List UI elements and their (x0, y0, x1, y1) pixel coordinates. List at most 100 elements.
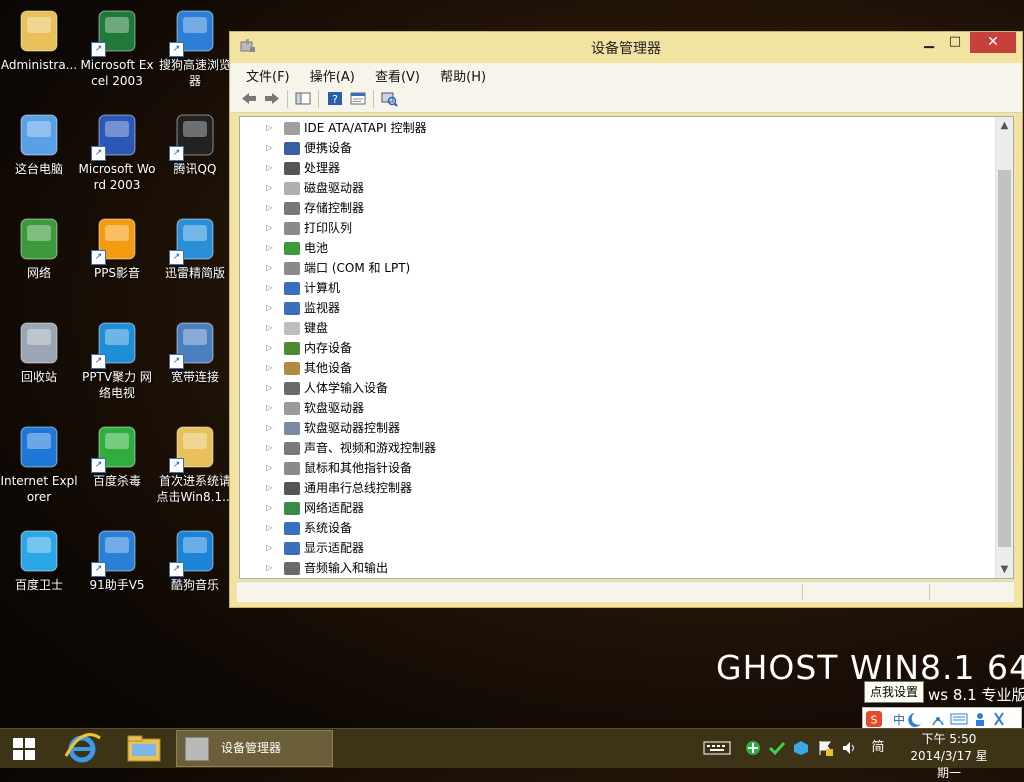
taskbar-explorer-button[interactable] (120, 730, 168, 767)
expand-triangle-icon[interactable]: ▷ (266, 398, 278, 418)
device-tree[interactable]: ▷ IDE ATA/ATAPI 控制器 ▷ 便携设备 ▷ 处理器 ▷ 磁盘驱动器 ▷ 存储控制器 ▷… (239, 116, 1014, 579)
baidu-antivirus-tray-icon[interactable] (768, 739, 786, 757)
desktop-icon[interactable]: 回收站 (0, 317, 78, 385)
expand-triangle-icon[interactable]: ▷ (266, 258, 278, 278)
desktop-icon[interactable]: Internet Explorer (0, 421, 78, 505)
device-category-item[interactable]: ▷ 软盘驱动器控制器 (266, 418, 400, 438)
device-category-item[interactable]: ▷ 网络适配器 (266, 498, 364, 518)
desktop-icon[interactable]: ↗ 腾讯QQ (156, 109, 234, 177)
device-category-item[interactable]: ▷ IDE ATA/ATAPI 控制器 (266, 118, 427, 138)
device-category-item[interactable]: ▷ 鼠标和其他指针设备 (266, 458, 412, 478)
close-button[interactable]: ✕ (970, 32, 1016, 53)
desktop-icon[interactable]: ↗ 搜狗高速浏览器 (156, 5, 234, 89)
desktop-icon[interactable]: ↗ 宽带连接 (156, 317, 234, 385)
menu-help[interactable]: 帮助(H) (432, 63, 494, 85)
desktop-icon[interactable]: ↗ 酷狗音乐 (156, 525, 234, 593)
device-category-item[interactable]: ▷ 人体学输入设备 (266, 378, 388, 398)
device-category-item[interactable]: ▷ 软盘驱动器 (266, 398, 364, 418)
monitor-icon (284, 302, 300, 315)
taskbar-device-manager-button[interactable]: 设备管理器 (176, 730, 333, 767)
menu-action[interactable]: 操作(A) (302, 63, 363, 85)
desktop-icon[interactable]: ↗ 迅雷精简版 (156, 213, 234, 281)
expand-triangle-icon[interactable]: ▷ (266, 418, 278, 438)
device-category-item[interactable]: ▷ 系统设备 (266, 518, 352, 538)
expand-triangle-icon[interactable]: ▷ (266, 378, 278, 398)
expand-triangle-icon[interactable]: ▷ (266, 518, 278, 538)
menu-file[interactable]: 文件(F) (238, 63, 298, 85)
device-category-item[interactable]: ▷ 监视器 (266, 298, 340, 318)
desktop-icon[interactable]: ↗ Microsoft Excel 2003 (78, 5, 156, 89)
expand-triangle-icon[interactable]: ▷ (266, 558, 278, 578)
taskbar-ie-button[interactable] (60, 730, 104, 767)
expand-triangle-icon[interactable]: ▷ (266, 138, 278, 158)
device-category-item[interactable]: ▷ 处理器 (266, 158, 340, 178)
desktop-icon[interactable]: 网络 (0, 213, 78, 281)
expand-triangle-icon[interactable]: ▷ (266, 158, 278, 178)
device-category-item[interactable]: ▷ 打印队列 (266, 218, 352, 238)
device-category-item[interactable]: ▷ 声音、视频和游戏控制器 (266, 438, 436, 458)
device-category-item[interactable]: ▷ 键盘 (266, 318, 328, 338)
scan-hardware-changes-icon[interactable] (380, 90, 398, 107)
device-category-item[interactable]: ▷ 端口 (COM 和 LPT) (266, 258, 410, 278)
action-center-flag-icon[interactable] (816, 739, 834, 757)
desktop-icon[interactable]: ↗ 百度杀毒 (78, 421, 156, 489)
expand-triangle-icon[interactable]: ▷ (266, 498, 278, 518)
volume-icon[interactable] (840, 739, 858, 757)
scroll-up-arrow-icon[interactable]: ▲ (996, 117, 1013, 134)
properties-icon[interactable] (349, 90, 367, 107)
360-security-tray-icon[interactable] (744, 739, 762, 757)
scroll-thumb[interactable] (998, 170, 1011, 547)
taskbar-clock[interactable]: 下午 5:50 2014/3/17 星期一 (906, 731, 992, 782)
desktop-icon-label: 百度卫士 (14, 578, 63, 592)
menu-view[interactable]: 查看(V) (367, 63, 428, 85)
desktop-icon[interactable]: 这台电脑 (0, 109, 78, 177)
device-category-item[interactable]: ▷ 电池 (266, 238, 328, 258)
expand-triangle-icon[interactable]: ▷ (266, 358, 278, 378)
expand-triangle-icon[interactable]: ▷ (266, 198, 278, 218)
desktop-icon[interactable]: ↗ 91助手V5 (78, 525, 156, 593)
device-category-item[interactable]: ▷ 便携设备 (266, 138, 352, 158)
device-category-item[interactable]: ▷ 显示适配器 (266, 538, 364, 558)
expand-triangle-icon[interactable]: ▷ (266, 238, 278, 258)
expand-triangle-icon[interactable]: ▷ (266, 218, 278, 238)
expand-triangle-icon[interactable]: ▷ (266, 338, 278, 358)
desktop-icon[interactable]: Administra... (0, 5, 78, 73)
battery-icon (284, 242, 300, 255)
expand-triangle-icon[interactable]: ▷ (266, 458, 278, 478)
desktop-icon[interactable]: ↗ Microsoft Word 2003 (78, 109, 156, 193)
expand-triangle-icon[interactable]: ▷ (266, 178, 278, 198)
keyboard-icon[interactable] (702, 739, 732, 757)
maximize-button[interactable]: □ (942, 32, 968, 53)
device-category-item[interactable]: ▷ 内存设备 (266, 338, 352, 358)
title-bar[interactable]: 设备管理器 ▁ □ ✕ (230, 32, 1022, 60)
expand-triangle-icon[interactable]: ▷ (266, 118, 278, 138)
expand-triangle-icon[interactable]: ▷ (266, 298, 278, 318)
minimize-button[interactable]: ▁ (916, 32, 942, 53)
desktop-icon[interactable]: ↗ PPTV聚力 网络电视 (78, 317, 156, 401)
expand-triangle-icon[interactable]: ▷ (266, 538, 278, 558)
show-hide-console-tree-icon[interactable] (294, 90, 312, 107)
baidu-guard-tray-icon[interactable] (792, 739, 810, 757)
expand-triangle-icon[interactable]: ▷ (266, 318, 278, 338)
device-category-item[interactable]: ▷ 通用串行总线控制器 (266, 478, 412, 498)
device-category-item[interactable]: ▷ 存储控制器 (266, 198, 364, 218)
device-category-item[interactable]: ▷ 其他设备 (266, 358, 352, 378)
desktop-icon[interactable]: ↗ 首次进系统请点击Win8.1... (156, 421, 234, 505)
desktop-icon-label: 宽带连接 (170, 370, 219, 384)
desktop-icon[interactable]: ↗ PPS影音 (78, 213, 156, 281)
expand-triangle-icon[interactable]: ▷ (266, 438, 278, 458)
ime-mode-indicator[interactable]: 简 (866, 739, 890, 757)
device-category-item[interactable]: ▷ 音频输入和输出 (266, 558, 388, 578)
start-button[interactable] (0, 730, 50, 767)
sound-icon (284, 442, 300, 455)
vertical-scrollbar[interactable]: ▲ ▼ (995, 117, 1013, 578)
scroll-down-arrow-icon[interactable]: ▼ (996, 561, 1013, 578)
device-category-item[interactable]: ▷ 计算机 (266, 278, 340, 298)
back-arrow-icon[interactable] (240, 90, 258, 107)
expand-triangle-icon[interactable]: ▷ (266, 478, 278, 498)
forward-arrow-icon[interactable] (263, 90, 281, 107)
desktop-icon[interactable]: 百度卫士 (0, 525, 78, 593)
help-icon[interactable]: ? (326, 90, 344, 107)
expand-triangle-icon[interactable]: ▷ (266, 278, 278, 298)
device-category-item[interactable]: ▷ 磁盘驱动器 (266, 178, 364, 198)
